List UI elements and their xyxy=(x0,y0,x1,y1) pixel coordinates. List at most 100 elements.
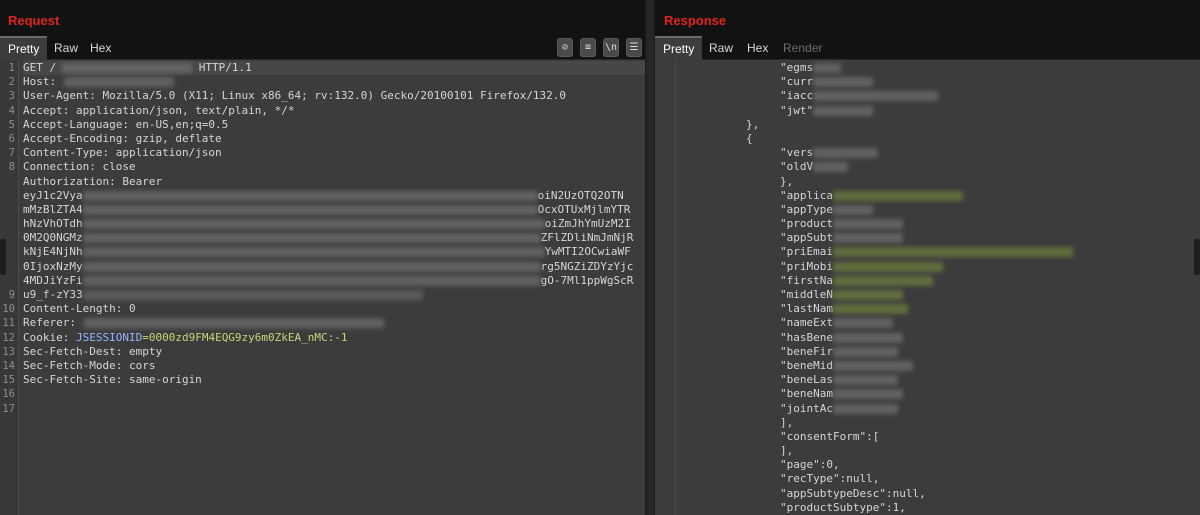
json-line: "beneFir xyxy=(677,345,1200,359)
jwt-line: 0M2Q0NGMz ZFlZDliNmJmNjR xyxy=(23,231,634,245)
json-line: ], xyxy=(780,444,794,458)
request-pane: Request Pretty Raw Hex ⊘ ≡ \n ☰ 12 3456 78… xyxy=(0,0,645,515)
line-number-gutter: 1 2 3 4 5 6 7 8 9 10 11 12 13 14 15 16 17 xyxy=(0,61,19,515)
redacted-host xyxy=(64,77,175,88)
line-number: 6 xyxy=(8,132,15,145)
request-code[interactable]: GET / HTTP/1.1 Host: User-Agent: Mozilla… xyxy=(23,61,645,416)
header-accept-language: Accept-Language: en-US,en;q=0.5 xyxy=(23,117,229,131)
tab-raw[interactable]: Raw xyxy=(701,36,741,60)
line-number: 13 xyxy=(2,345,15,358)
right-scroll-handle[interactable] xyxy=(1194,239,1200,275)
header-connection: Connection: close xyxy=(23,160,136,174)
header-content-length: Content-Length: 0 xyxy=(23,302,136,316)
line-number: 17 xyxy=(2,402,15,415)
json-line: "appSubt xyxy=(677,231,1200,245)
line-number: 8 xyxy=(8,161,15,174)
json-line: "consentForm":[ xyxy=(780,429,880,443)
empty-line xyxy=(23,402,645,416)
line-number: 12 xyxy=(2,331,15,344)
response-code[interactable]: "egms "curr "iacc "jwt" }, { "vers "oldV… xyxy=(677,61,1200,515)
redacted-referer xyxy=(83,318,384,329)
request-title: Request xyxy=(8,13,60,28)
tab-raw[interactable]: Raw xyxy=(46,36,86,60)
json-line: "jointAc xyxy=(677,402,1200,416)
wrap-icon[interactable]: ≡ xyxy=(580,38,596,57)
json-line: "oldV xyxy=(677,160,1200,174)
json-line: "curr xyxy=(677,75,1200,89)
json-line: "iacc xyxy=(677,89,1200,103)
json-line: "page":0, xyxy=(780,458,840,472)
jwt-line: kNjE4NjNh YwMTI2OCwiaWF xyxy=(23,245,631,259)
request-tabbar: Pretty Raw Hex ⊘ ≡ \n ☰ xyxy=(0,36,645,60)
line-number: 10 xyxy=(2,303,15,316)
json-line: "beneLas xyxy=(677,373,1200,387)
line-number: 5 xyxy=(8,118,15,131)
tab-pretty[interactable]: Pretty xyxy=(655,36,703,60)
jwt-line: hNzVhOTdh oiZmJhYmUzM2I xyxy=(23,217,631,231)
line-number: 7 xyxy=(8,147,15,160)
json-line: "applica xyxy=(677,189,1200,203)
jwt-line: mMzBlZTA4 OcxOTUxMjlmYTR xyxy=(23,202,631,216)
json-line: "productSubtype":1, xyxy=(780,500,906,514)
header-sec-fetch-dest: Sec-Fetch-Dest: empty xyxy=(23,344,163,358)
line-number: 16 xyxy=(2,388,15,401)
response-editor[interactable]: "egms "curr "iacc "jwt" }, { "vers "oldV… xyxy=(655,61,1200,515)
json-line: "priMobi xyxy=(677,260,1200,274)
header-user-agent: User-Agent: Mozilla/5.0 (X11; Linux x86_… xyxy=(23,89,567,103)
jwt-line: u9_f-zY33 xyxy=(23,288,645,302)
menu-icon[interactable]: ☰ xyxy=(626,38,642,57)
response-title: Response xyxy=(664,13,727,28)
header-cookie: Cookie: JSESSIONID=0000zd9FM4EQG9zy6m0Zk… xyxy=(23,330,348,344)
json-line: }, xyxy=(780,174,794,188)
json-line: "lastNam xyxy=(677,302,1200,316)
line-number xyxy=(0,203,18,217)
json-line: }, xyxy=(746,117,760,131)
response-pane: Response Pretty Raw Hex Render "egms "cu… xyxy=(655,0,1200,515)
json-line: "vers xyxy=(677,146,1200,160)
json-line: ], xyxy=(780,415,794,429)
header-referer: Referer: xyxy=(23,316,645,330)
line-number xyxy=(0,217,18,231)
left-scroll-handle[interactable] xyxy=(0,239,6,275)
json-line: "jwt" xyxy=(677,104,1200,118)
response-tabbar: Pretty Raw Hex Render xyxy=(655,36,1200,60)
header-content-type: Content-Type: application/json xyxy=(23,146,222,160)
tab-pretty[interactable]: Pretty xyxy=(0,36,48,60)
header-accept: Accept: application/json, text/plain, */… xyxy=(23,103,295,117)
header-host: Host: xyxy=(23,75,645,89)
header-authorization: Authorization: Bearer xyxy=(23,174,163,188)
line-number xyxy=(0,274,18,288)
tab-hex[interactable]: Hex xyxy=(739,36,776,60)
json-line: "beneMid xyxy=(677,359,1200,373)
header-sec-fetch-site: Sec-Fetch-Site: same-origin xyxy=(23,373,202,387)
json-line: "priEmai xyxy=(677,245,1200,259)
line-number: 9 xyxy=(8,289,15,301)
header-accept-encoding: Accept-Encoding: gzip, deflate xyxy=(23,131,222,145)
json-line: "beneNam xyxy=(677,387,1200,401)
indent-guide xyxy=(675,61,676,515)
json-line: "egms xyxy=(677,61,1200,75)
cookie-value: =0000zd9FM4EQG9zy6m0ZkEA_nMC:-1 xyxy=(142,330,348,344)
tab-hex[interactable]: Hex xyxy=(82,36,119,60)
json-line: "recType":null, xyxy=(780,472,880,486)
header-sec-fetch-mode: Sec-Fetch-Mode: cors xyxy=(23,358,156,372)
json-line: "appType xyxy=(677,203,1200,217)
line-number xyxy=(0,189,18,203)
json-line: "hasBene xyxy=(677,331,1200,345)
json-line: "nameExt xyxy=(677,316,1200,330)
jwt-line: 4MDJiYzFi gO-7Ml1ppWgScR xyxy=(23,273,634,287)
line-number: 1 xyxy=(8,62,15,74)
empty-line xyxy=(23,387,645,401)
request-editor[interactable]: 1 2 3 4 5 6 7 8 9 10 11 12 13 14 15 16 17 GET / HTTP/1.1… xyxy=(0,61,645,515)
line-number: 4 xyxy=(8,104,15,117)
newline-icon[interactable]: \n xyxy=(603,38,619,57)
line-number: 14 xyxy=(2,359,15,372)
redacted-path xyxy=(62,63,193,73)
eye-off-icon[interactable]: ⊘ xyxy=(557,38,573,57)
request-line: GET / HTTP/1.1 xyxy=(23,61,645,76)
json-line: "product xyxy=(677,217,1200,231)
response-header: Response xyxy=(655,0,1200,36)
pane-divider[interactable] xyxy=(645,0,655,515)
json-line: { xyxy=(746,131,753,145)
line-number: 3 xyxy=(8,90,15,103)
